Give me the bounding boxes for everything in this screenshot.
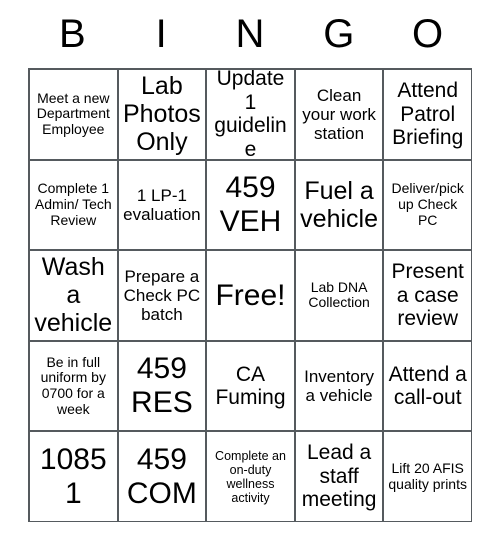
- bingo-cell[interactable]: Lab DNA Collection: [295, 251, 384, 341]
- bingo-cell[interactable]: Complete 1 Admin/ Tech Review: [30, 160, 118, 251]
- bingo-cell-label: Inventory a vehicle: [304, 367, 375, 406]
- bingo-cell-label: Deliver/pick up Check PC: [391, 180, 464, 228]
- bingo-cell-free[interactable]: Free!: [207, 251, 295, 341]
- bingo-cell[interactable]: Prepare a Check PC batch: [118, 251, 207, 341]
- bingo-cell[interactable]: Update 1 guideline: [207, 70, 295, 160]
- bingo-cell-label: Present a case review: [391, 260, 464, 331]
- bingo-header: BINGO: [28, 0, 472, 68]
- bingo-cell[interactable]: Be in full uniform by 0700 for a week: [30, 341, 118, 432]
- bingo-cell[interactable]: Complete an on-duty wellness activity: [207, 432, 295, 522]
- bingo-header-letter-i: I: [155, 12, 167, 56]
- bingo-cell[interactable]: CA Fuming: [207, 341, 295, 432]
- bingo-cell-label: Complete an on-duty wellness activity: [215, 448, 286, 505]
- bingo-cell-label: 1 LP-1 evaluation: [123, 185, 201, 224]
- bingo-grid: Meet a new Department Employee Lab Photos…: [28, 68, 472, 522]
- bingo-cell-label: Lab Photos Only: [122, 72, 201, 157]
- bingo-cell-label: Complete 1 Admin/ Tech Review: [34, 180, 112, 228]
- bingo-cell-label: Update 1 guideline: [214, 70, 287, 160]
- bingo-cell-label: Lab DNA Collection: [308, 278, 370, 311]
- bingo-card: BINGO Meet a new Department Employee Lab …: [28, 0, 472, 522]
- bingo-cell-label: Be in full uniform by 0700 for a week: [40, 353, 106, 417]
- bingo-cell-label: 10851: [39, 443, 107, 510]
- bingo-cell[interactable]: Lab Photos Only: [118, 70, 207, 160]
- bingo-cell[interactable]: Lift 20 AFIS quality prints: [384, 432, 472, 522]
- bingo-cell-label: Attend Patrol Briefing: [392, 79, 464, 150]
- bingo-cell[interactable]: Meet a new Department Employee: [30, 70, 118, 160]
- bingo-cell[interactable]: 10851: [30, 432, 118, 522]
- bingo-header-letter-g: G: [323, 12, 355, 56]
- bingo-cell-label: Fuel a vehicle: [300, 176, 378, 233]
- bingo-cell[interactable]: Wash a vehicle: [30, 251, 118, 341]
- bingo-cell[interactable]: 459 COM: [118, 432, 207, 522]
- bingo-cell-label: Attend a call-out: [388, 362, 467, 410]
- bingo-cell[interactable]: Deliver/pick up Check PC: [384, 160, 472, 251]
- bingo-cell[interactable]: 459 RES: [118, 341, 207, 432]
- bingo-cell[interactable]: Attend Patrol Briefing: [384, 70, 472, 160]
- bingo-cell-label: Lead a staff meeting: [301, 441, 377, 512]
- bingo-cell[interactable]: Lead a staff meeting: [295, 432, 384, 522]
- bingo-cell[interactable]: Attend a call-out: [384, 341, 472, 432]
- bingo-header-letter-o: O: [412, 12, 444, 56]
- bingo-cell-label: CA Fuming: [215, 362, 286, 410]
- bingo-cell[interactable]: Inventory a vehicle: [295, 341, 384, 432]
- bingo-cell-label: Meet a new Department Employee: [36, 89, 110, 138]
- bingo-cell-label: Free!: [215, 278, 286, 312]
- bingo-header-letter-n: N: [235, 12, 265, 56]
- bingo-cell-label: Prepare a Check PC batch: [123, 266, 201, 324]
- bingo-cell[interactable]: 459 VEH: [207, 160, 295, 251]
- bingo-cell-label: 459 VEH: [219, 171, 282, 238]
- bingo-cell[interactable]: Present a case review: [384, 251, 472, 341]
- bingo-cell[interactable]: Clean your work station: [295, 70, 384, 160]
- bingo-cell[interactable]: 1 LP-1 evaluation: [118, 160, 207, 251]
- bingo-cell-label: 459 RES: [131, 352, 193, 420]
- bingo-cell[interactable]: Fuel a vehicle: [295, 160, 384, 251]
- bingo-cell-label: 459 COM: [126, 443, 197, 510]
- bingo-cell-label: Wash a vehicle: [34, 253, 113, 338]
- bingo-header-letter-b: B: [59, 12, 86, 56]
- bingo-cell-label: Lift 20 AFIS quality prints: [388, 460, 467, 492]
- bingo-cell-label: Clean your work station: [302, 85, 376, 143]
